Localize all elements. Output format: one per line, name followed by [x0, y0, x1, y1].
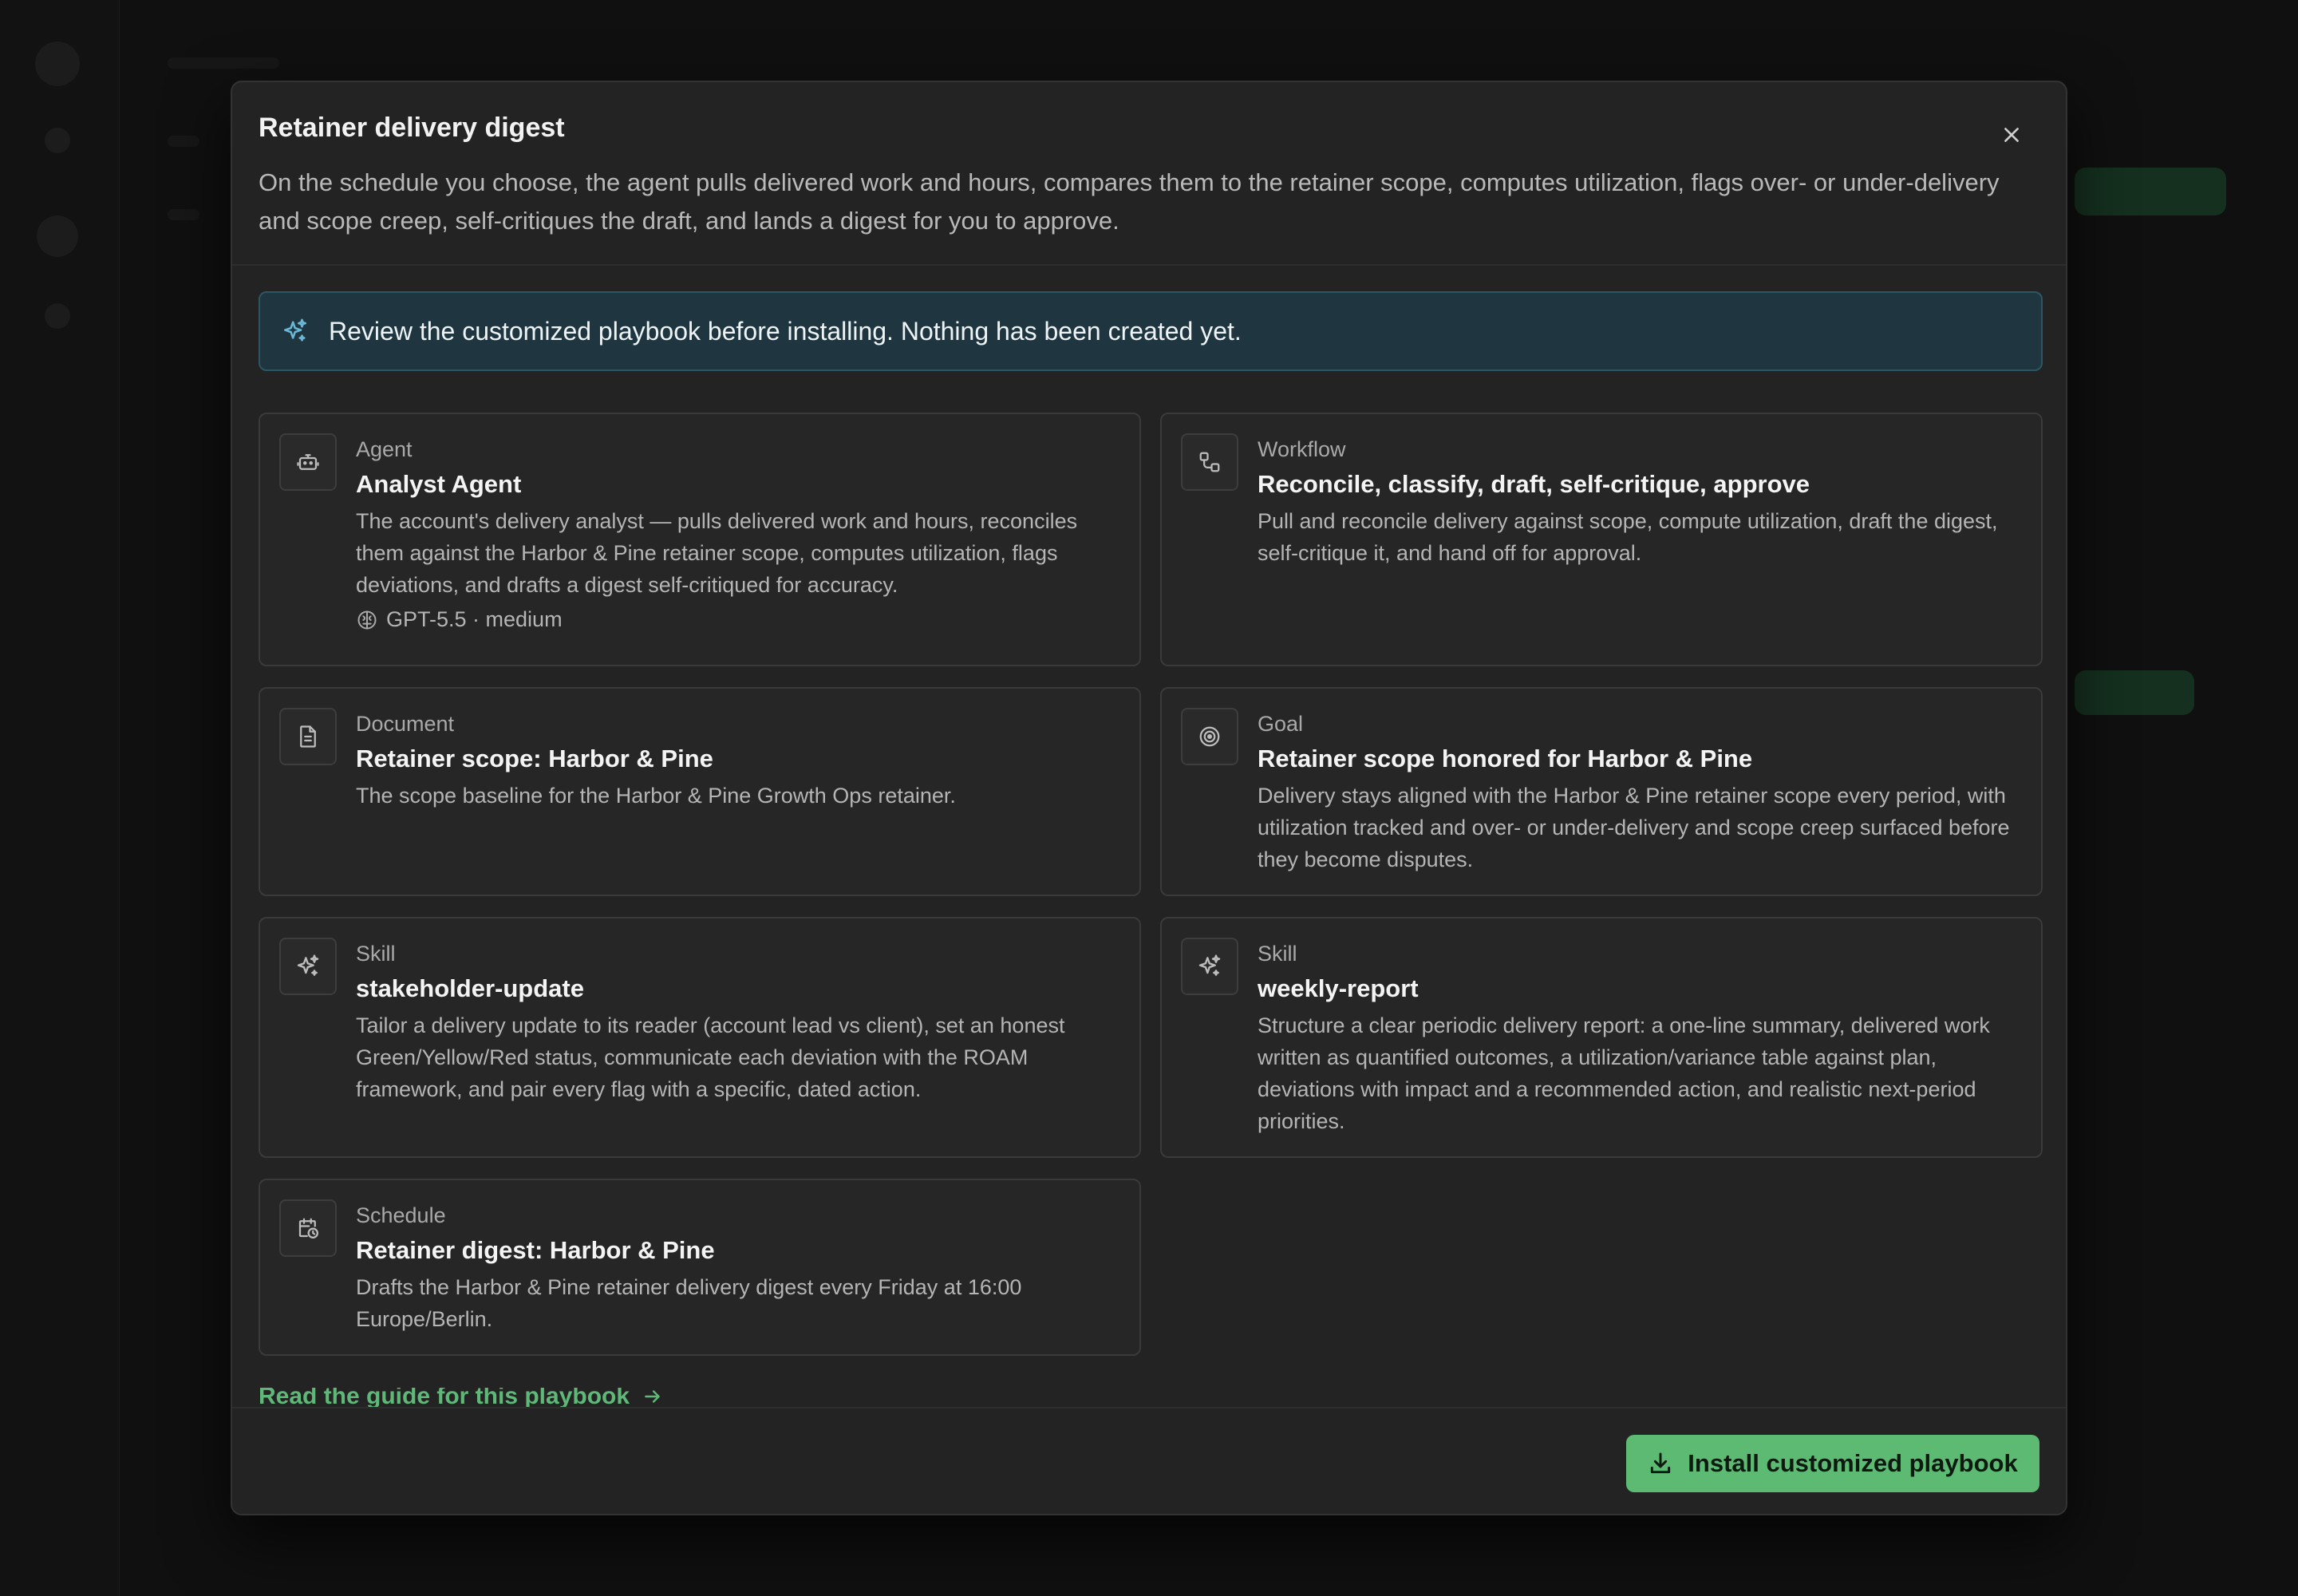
review-notice: Review the customized playbook before in… — [259, 291, 2043, 371]
sparkles-icon — [278, 314, 313, 349]
target-icon — [1181, 708, 1238, 765]
arrow-right-icon — [645, 1390, 660, 1403]
notice-text: Review the customized playbook before in… — [329, 316, 1242, 346]
background-text — [168, 136, 199, 147]
calendar-clock-icon — [279, 1199, 337, 1257]
background-button — [2075, 670, 2194, 715]
card-title: Reconcile, classify, draft, self-critiqu… — [1258, 470, 1810, 498]
background-text — [168, 209, 199, 220]
card-description: The scope baseline for the Harbor & Pine… — [356, 784, 956, 808]
close-icon — [2004, 128, 2019, 142]
background-nav-icon — [45, 128, 70, 153]
model-label: GPT-5.5 · medium — [386, 607, 563, 631]
guide-link-label: Read the guide for this playbook — [259, 1388, 630, 1407]
background-logo — [35, 41, 80, 86]
card-kind: Goal — [1258, 712, 1304, 736]
brain-icon — [357, 610, 377, 629]
playbook-card-document[interactable]: Document Retainer scope: Harbor & Pine T… — [259, 687, 1141, 896]
card-kind: Document — [356, 712, 455, 736]
install-playbook-button[interactable]: Install customized playbook — [1626, 1435, 2039, 1492]
card-title: stakeholder-update — [356, 974, 584, 1002]
playbook-card-agent[interactable]: Agent Analyst Agent The account's delive… — [259, 413, 1141, 666]
card-kind: Schedule — [356, 1203, 446, 1227]
modal-header: Retainer delivery digest On the schedule… — [232, 82, 2066, 266]
card-title: weekly-report — [1258, 974, 1419, 1002]
card-kind: Skill — [356, 942, 396, 966]
playbook-install-modal: Retainer delivery digest On the schedule… — [231, 81, 2067, 1515]
card-description: Tailor a delivery update to its reader (… — [356, 1013, 1065, 1101]
card-kind: Skill — [1258, 942, 1297, 966]
card-description: Drafts the Harbor & Pine retainer delive… — [356, 1275, 1022, 1331]
modal-title: Retainer delivery digest — [259, 113, 565, 143]
card-title: Retainer digest: Harbor & Pine — [356, 1236, 715, 1264]
install-button-label: Install customized playbook — [1688, 1449, 2018, 1477]
card-description: Structure a clear periodic delivery repo… — [1258, 1013, 1990, 1133]
modal-footer: Install customized playbook — [232, 1407, 2066, 1514]
card-title: Retainer scope honored for Harbor & Pine — [1258, 745, 1753, 772]
playbook-card-schedule[interactable]: Schedule Retainer digest: Harbor & Pine … — [259, 1179, 1141, 1356]
background-nav-icon — [37, 215, 78, 257]
card-title: Analyst Agent — [356, 470, 522, 498]
card-description: The account's delivery analyst — pulls d… — [356, 509, 1078, 597]
workflow-icon — [1181, 433, 1238, 491]
modal-description: On the schedule you choose, the agent pu… — [259, 168, 2000, 235]
model-info: GPT-5.5 · medium — [356, 607, 1115, 632]
card-description: Delivery stays aligned with the Harbor &… — [1258, 784, 2010, 871]
document-icon — [279, 708, 337, 765]
card-kind: Workflow — [1258, 437, 1346, 461]
close-button[interactable] — [1996, 119, 2028, 151]
sparkles-icon — [1181, 938, 1238, 995]
playbook-card-workflow[interactable]: Workflow Reconcile, classify, draft, sel… — [1160, 413, 2043, 666]
background-button — [2075, 168, 2226, 215]
playbook-card-skill-weekly-report[interactable]: Skill weekly-report Structure a clear pe… — [1160, 917, 2043, 1158]
background-text — [168, 57, 279, 69]
card-description: Pull and reconcile delivery against scop… — [1258, 509, 1998, 565]
playbook-card-skill-stakeholder-update[interactable]: Skill stakeholder-update Tailor a delive… — [259, 917, 1141, 1158]
robot-icon — [279, 433, 337, 491]
background-nav-icon — [45, 303, 70, 329]
modal-body[interactable]: Review the customized playbook before in… — [232, 267, 2066, 1405]
card-kind: Agent — [356, 437, 413, 461]
guide-link[interactable]: Read the guide for this playbook — [259, 1388, 663, 1407]
playbook-card-goal[interactable]: Goal Retainer scope honored for Harbor &… — [1160, 687, 2043, 896]
download-icon — [1651, 1452, 1671, 1474]
sparkles-icon — [279, 938, 337, 995]
card-title: Retainer scope: Harbor & Pine — [356, 745, 713, 772]
